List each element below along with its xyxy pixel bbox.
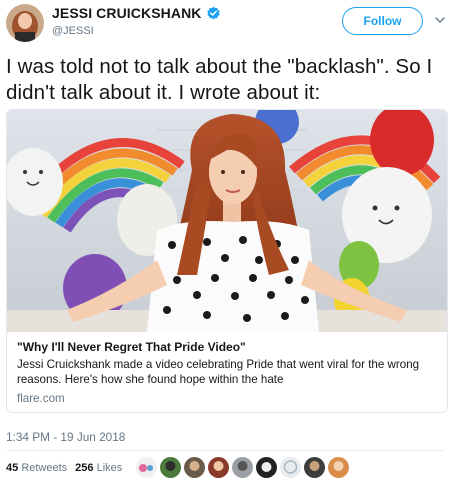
chevron-down-icon[interactable] [434,14,446,26]
liker-avatar[interactable] [280,457,301,478]
card-title[interactable]: "Why I'll Never Regret That Pride Video" [17,340,437,355]
liker-avatar[interactable] [256,457,277,478]
card-description: Jessi Cruickshank made a video celebrati… [17,358,420,386]
avatar[interactable] [6,4,44,42]
display-name[interactable]: JESSI CRUICKSHANK [52,5,202,21]
retweets-stat[interactable]: 45 Retweets [6,462,67,474]
engagement-stats: 45 Retweets 256 Likes [6,462,130,474]
liker-avatar[interactable] [304,457,325,478]
liker-avatar[interactable] [136,457,157,478]
card-domain[interactable]: flare.com [17,391,437,406]
likes-stat[interactable]: 256 Likes [75,462,122,474]
tweet-header: JESSI CRUICKSHANK @JESSI Follow [0,0,450,52]
retweets-label: Retweets [21,462,68,474]
follow-button[interactable]: Follow [342,7,423,35]
user-handle[interactable]: @JESSI [52,25,94,37]
tweet-text: I was told not to talk about the "backla… [6,55,433,104]
liker-avatar[interactable] [208,457,229,478]
retweets-count: 45 [6,462,19,474]
name-row: JESSI CRUICKSHANK [52,5,221,21]
likes-count: 256 [75,462,94,474]
liker-avatar[interactable] [232,457,253,478]
divider [6,450,444,451]
link-card[interactable]: "Why I'll Never Regret That Pride Video"… [6,109,448,413]
liker-avatar[interactable] [160,457,181,478]
verified-badge-icon [206,6,220,19]
liker-avatar[interactable] [184,457,205,478]
likes-label: Likes [96,462,123,474]
liker-avatar[interactable] [328,457,349,478]
liker-avatars [136,457,352,478]
tweet-timestamp[interactable]: 1:34 PM - 19 Jun 2018 [6,430,125,444]
card-image[interactable] [7,110,447,332]
card-body: "Why I'll Never Regret That Pride Video"… [17,340,437,406]
